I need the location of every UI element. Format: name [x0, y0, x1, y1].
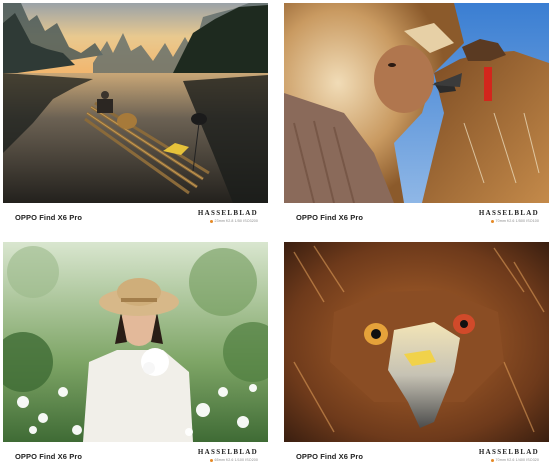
- camera-model: OPPO Find X6 Pro: [296, 213, 364, 222]
- orange-dot-icon: [490, 219, 494, 223]
- specs-text: 65mm f/2.6 1/100 ISO200: [214, 458, 258, 462]
- camera-model: OPPO Find X6 Pro: [15, 213, 83, 222]
- orange-dot-icon: [209, 219, 213, 223]
- photo-card[interactable]: OPPO Find X6 Pro HASSELBLAD 65mm f/2.6 1…: [3, 242, 268, 470]
- specs-text: 70mm f/2.6 1/500 ISO100: [495, 219, 539, 223]
- photo-grid: OPPO Find X6 Pro HASSELBLAD 23mm f/2.8 1…: [0, 0, 550, 470]
- boy-eagle-photo[interactable]: [284, 3, 549, 203]
- camera-model: OPPO Find X6 Pro: [296, 452, 364, 461]
- specs-text: 70mm f/2.6 1/400 ISO320: [495, 458, 539, 462]
- camera-specs: 70mm f/2.6 1/500 ISO100: [490, 219, 539, 223]
- photo-card[interactable]: OPPO Find X6 Pro HASSELBLAD 23mm f/2.8 1…: [3, 3, 268, 231]
- hasselblad-logo: HASSELBLAD: [197, 448, 258, 456]
- orange-dot-icon: [490, 458, 494, 462]
- woman-garden-photo[interactable]: [3, 242, 268, 442]
- hasselblad-logo: HASSELBLAD: [197, 209, 258, 217]
- landscape-photo[interactable]: [3, 3, 268, 203]
- hasselblad-logo: HASSELBLAD: [478, 448, 539, 456]
- camera-specs: 70mm f/2.6 1/400 ISO320: [490, 458, 539, 462]
- camera-specs: 23mm f/2.8 1/50 ISO3200: [209, 219, 258, 223]
- photo-card[interactable]: OPPO Find X6 Pro HASSELBLAD 70mm f/2.6 1…: [284, 242, 549, 470]
- eagle-closeup-photo[interactable]: [284, 242, 549, 442]
- camera-model: OPPO Find X6 Pro: [15, 452, 83, 461]
- camera-specs: 65mm f/2.6 1/100 ISO200: [209, 458, 258, 462]
- specs-text: 23mm f/2.8 1/50 ISO3200: [214, 219, 258, 223]
- orange-dot-icon: [209, 458, 213, 462]
- hasselblad-logo: HASSELBLAD: [478, 209, 539, 217]
- photo-card[interactable]: OPPO Find X6 Pro HASSELBLAD 70mm f/2.6 1…: [284, 3, 549, 231]
